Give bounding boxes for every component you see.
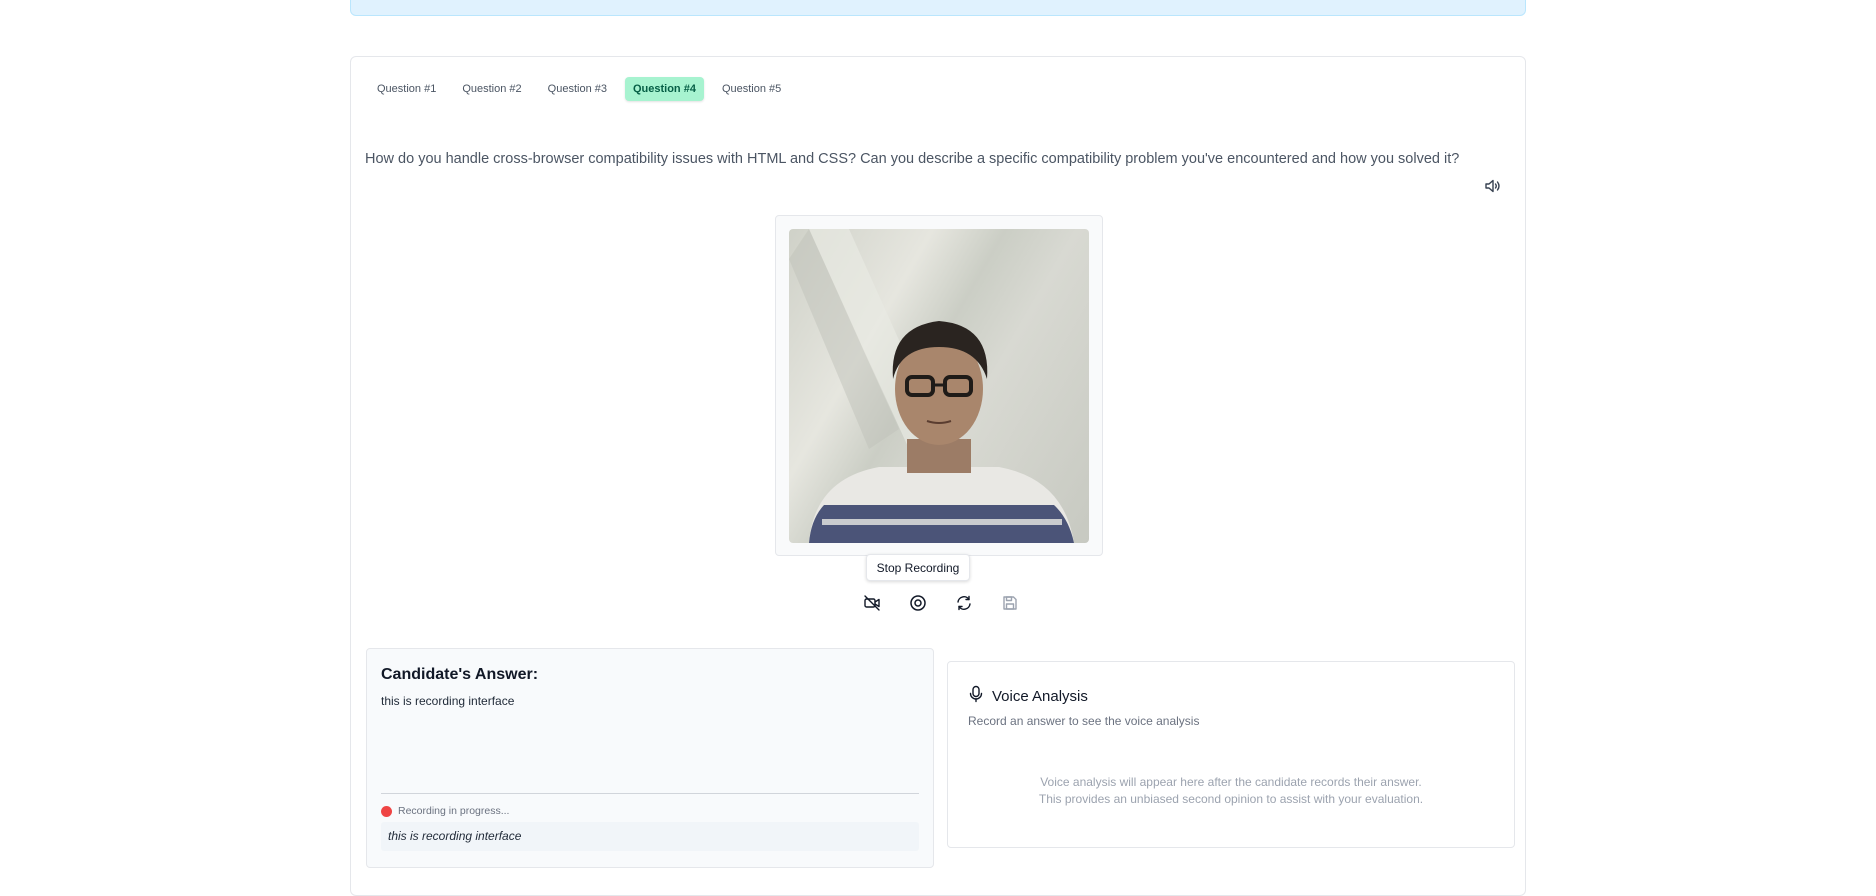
voice-analysis-subtitle: Record an answer to see the voice analys… xyxy=(968,714,1200,728)
save-icon[interactable] xyxy=(1000,593,1020,613)
tab-question-4[interactable]: Question #4 xyxy=(624,77,704,101)
voice-note-line-2: This provides an unbiased second opinion… xyxy=(1038,792,1424,807)
voice-analysis-header: Voice Analysis xyxy=(968,685,1088,707)
recording-status: Recording in progress... xyxy=(381,805,509,817)
stop-recording-tooltip: Stop Recording xyxy=(866,554,970,581)
recording-status-text: Recording in progress... xyxy=(398,805,510,817)
microphone-icon xyxy=(968,685,984,707)
recording-dot-icon xyxy=(381,805,392,817)
voice-analysis-panel: Voice Analysis Record an answer to see t… xyxy=(947,661,1515,848)
speaker-icon[interactable] xyxy=(1483,176,1503,196)
tab-question-2[interactable]: Question #2 xyxy=(454,77,529,101)
voice-analysis-note: Voice analysis will appear here after th… xyxy=(948,774,1514,809)
question-tabs: Question #1 Question #2 Question #3 Ques… xyxy=(369,77,789,101)
question-text: How do you handle cross-browser compatib… xyxy=(365,151,1460,167)
tab-question-3[interactable]: Question #3 xyxy=(540,77,615,101)
answer-divider xyxy=(381,793,919,794)
tab-question-5[interactable]: Question #5 xyxy=(714,77,789,101)
webcam-video xyxy=(789,229,1089,543)
refresh-icon[interactable] xyxy=(954,593,974,613)
candidate-answer-panel: Candidate's Answer: this is recording in… xyxy=(366,648,934,868)
video-frame xyxy=(775,215,1103,556)
interview-card: Question #1 Question #2 Question #3 Ques… xyxy=(350,56,1526,896)
voice-note-line-1: Voice analysis will appear here after th… xyxy=(1040,775,1422,789)
top-banner xyxy=(350,0,1526,16)
answer-title: Candidate's Answer: xyxy=(381,666,539,683)
record-icon[interactable] xyxy=(908,593,928,613)
answer-text: this is recording interface xyxy=(381,694,515,708)
tab-question-1[interactable]: Question #1 xyxy=(369,77,444,101)
live-transcript: this is recording interface xyxy=(381,822,919,851)
camera-off-icon[interactable] xyxy=(862,593,882,613)
voice-analysis-title: Voice Analysis xyxy=(992,687,1088,705)
video-controls xyxy=(862,593,1020,613)
